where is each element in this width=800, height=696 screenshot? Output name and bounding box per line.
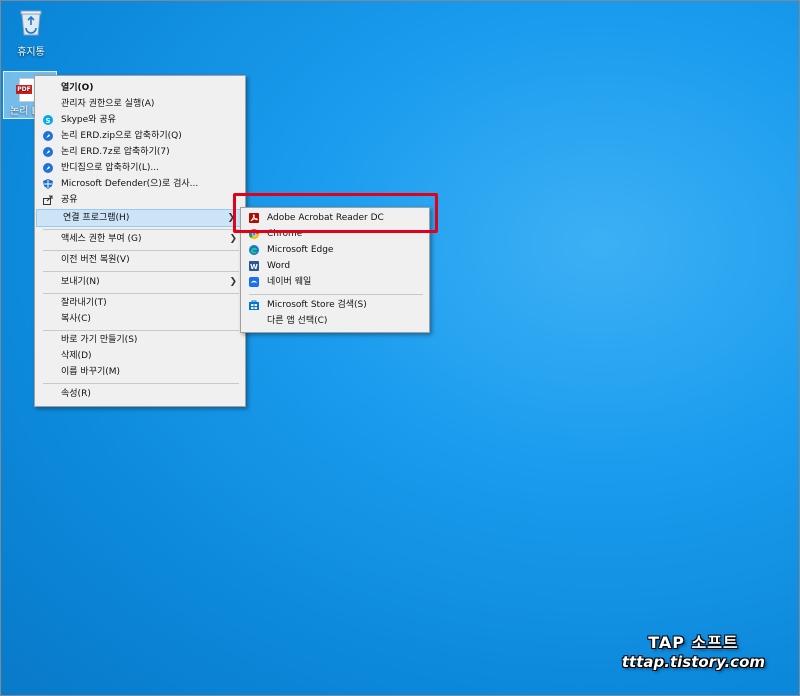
menu-item-7z[interactable]: 논리 ERD.7z로 압축하기(7) xyxy=(35,144,245,160)
menu-item-zip[interactable]: 논리 ERD.zip으로 압축하기(Q) xyxy=(35,128,245,144)
recycle-bin-icon xyxy=(20,10,42,36)
menu-separator xyxy=(43,330,239,331)
bandizip-icon xyxy=(43,131,53,141)
menu-item-share[interactable]: 공유 xyxy=(35,192,245,208)
submenu-arrow-icon: ❯ xyxy=(229,277,237,287)
menu-item-label: 논리 ERD.7z로 압축하기(7) xyxy=(61,147,170,157)
menu-item-rename[interactable]: 이름 바꾸기(M) xyxy=(35,364,245,380)
menu-item-label: 액세스 권한 부여 (G) xyxy=(61,234,142,244)
menu-item-cut[interactable]: 잘라내기(T) xyxy=(35,295,245,311)
share-icon xyxy=(43,195,53,205)
menu-item-restore-versions[interactable]: 이전 버전 복원(V) xyxy=(35,252,245,268)
menu-item-label: 잘라내기(T) xyxy=(61,298,107,308)
menu-item-copy[interactable]: 복사(C) xyxy=(35,311,245,327)
submenu-item-word[interactable]: W Word xyxy=(241,258,429,274)
menu-item-label: 속성(R) xyxy=(61,389,91,399)
menu-item-open[interactable]: 열기(O) xyxy=(35,80,245,96)
menu-separator xyxy=(43,250,239,251)
menu-separator xyxy=(43,293,239,294)
submenu-item-whale[interactable]: 네이버 웨일 xyxy=(241,274,429,290)
edge-icon xyxy=(249,245,259,255)
menu-item-label: 열기(O) xyxy=(61,83,94,93)
defender-shield-icon xyxy=(43,179,53,189)
recycle-bin-label: 휴지통 xyxy=(17,47,45,58)
submenu-item-label: 네이버 웨일 xyxy=(267,277,312,287)
menu-item-send-to[interactable]: 보내기(N) ❯ xyxy=(35,274,245,290)
submenu-item-label: Microsoft Edge xyxy=(267,245,334,255)
submenu-arrow-icon: ❯ xyxy=(229,234,237,244)
menu-item-share-skype[interactable]: S Skype와 공유 xyxy=(35,112,245,128)
svg-text:S: S xyxy=(45,117,50,125)
submenu-item-label: 다른 앱 선택(C) xyxy=(267,316,328,326)
menu-item-open-with[interactable]: 연결 프로그램(H) ❯ xyxy=(36,209,244,227)
menu-separator xyxy=(249,294,423,295)
menu-item-label: 관리자 권한으로 실행(A) xyxy=(61,99,155,109)
whale-icon xyxy=(249,277,259,287)
submenu-item-choose-other-app[interactable]: 다른 앱 선택(C) xyxy=(241,313,429,329)
menu-item-label: 공유 xyxy=(61,195,78,205)
menu-separator xyxy=(43,229,239,230)
menu-item-defender[interactable]: Microsoft Defender(으)로 검사... xyxy=(35,176,245,192)
store-icon xyxy=(249,300,259,310)
skype-icon: S xyxy=(43,115,53,125)
menu-item-create-shortcut[interactable]: 바로 가기 만들기(S) xyxy=(35,332,245,348)
context-menu[interactable]: 열기(O) 관리자 권한으로 실행(A) S Skype와 공유 논리 ERD.… xyxy=(34,75,246,407)
menu-item-label: 바로 가기 만들기(S) xyxy=(61,335,138,345)
menu-item-label: 이름 바꾸기(M) xyxy=(61,367,121,377)
menu-item-bandizip[interactable]: 반디집으로 압축하기(L)... xyxy=(35,160,245,176)
menu-item-properties[interactable]: 속성(R) xyxy=(35,386,245,402)
bandizip-icon xyxy=(43,147,53,157)
menu-item-label: 이전 버전 복원(V) xyxy=(61,255,130,265)
menu-separator xyxy=(43,383,239,384)
menu-item-label: 논리 ERD.zip으로 압축하기(Q) xyxy=(61,131,182,141)
menu-item-label: Microsoft Defender(으)로 검사... xyxy=(61,179,199,189)
desktop[interactable]: 휴지통 PDF 논리 E 열기(O) 관리자 권한으로 실행(A) S Skyp… xyxy=(0,0,800,696)
svg-text:W: W xyxy=(250,263,258,271)
menu-item-run-as-admin[interactable]: 관리자 권한으로 실행(A) xyxy=(35,96,245,112)
pdf-tag: PDF xyxy=(16,85,32,94)
menu-item-label: 반디집으로 압축하기(L)... xyxy=(61,163,160,173)
menu-item-label: 연결 프로그램(H) xyxy=(63,213,130,223)
menu-item-delete[interactable]: 삭제(D) xyxy=(35,348,245,364)
menu-item-label: 삭제(D) xyxy=(61,351,92,361)
watermark-url: tttap.tistory.com xyxy=(621,653,765,671)
watermark: TAP 소프트 tttap.tistory.com xyxy=(622,629,765,671)
submenu-item-edge[interactable]: Microsoft Edge xyxy=(241,242,429,258)
submenu-item-label: Microsoft Store 검색(S) xyxy=(267,300,367,310)
menu-separator xyxy=(43,271,239,272)
menu-item-label: 보내기(N) xyxy=(61,277,100,287)
word-icon: W xyxy=(249,261,259,271)
menu-item-label: 복사(C) xyxy=(61,314,91,324)
submenu-item-store-search[interactable]: Microsoft Store 검색(S) xyxy=(241,297,429,313)
bandizip-icon xyxy=(43,163,53,173)
submenu-item-label: Word xyxy=(267,261,291,271)
watermark-brand: TAP 소프트 xyxy=(648,633,739,652)
red-highlight-box xyxy=(233,193,438,233)
recycle-bin-desktop-icon[interactable]: 휴지통 xyxy=(1,5,61,58)
menu-item-give-access[interactable]: 액세스 권한 부여 (G) ❯ xyxy=(35,231,245,247)
menu-item-label: Skype와 공유 xyxy=(61,115,116,125)
